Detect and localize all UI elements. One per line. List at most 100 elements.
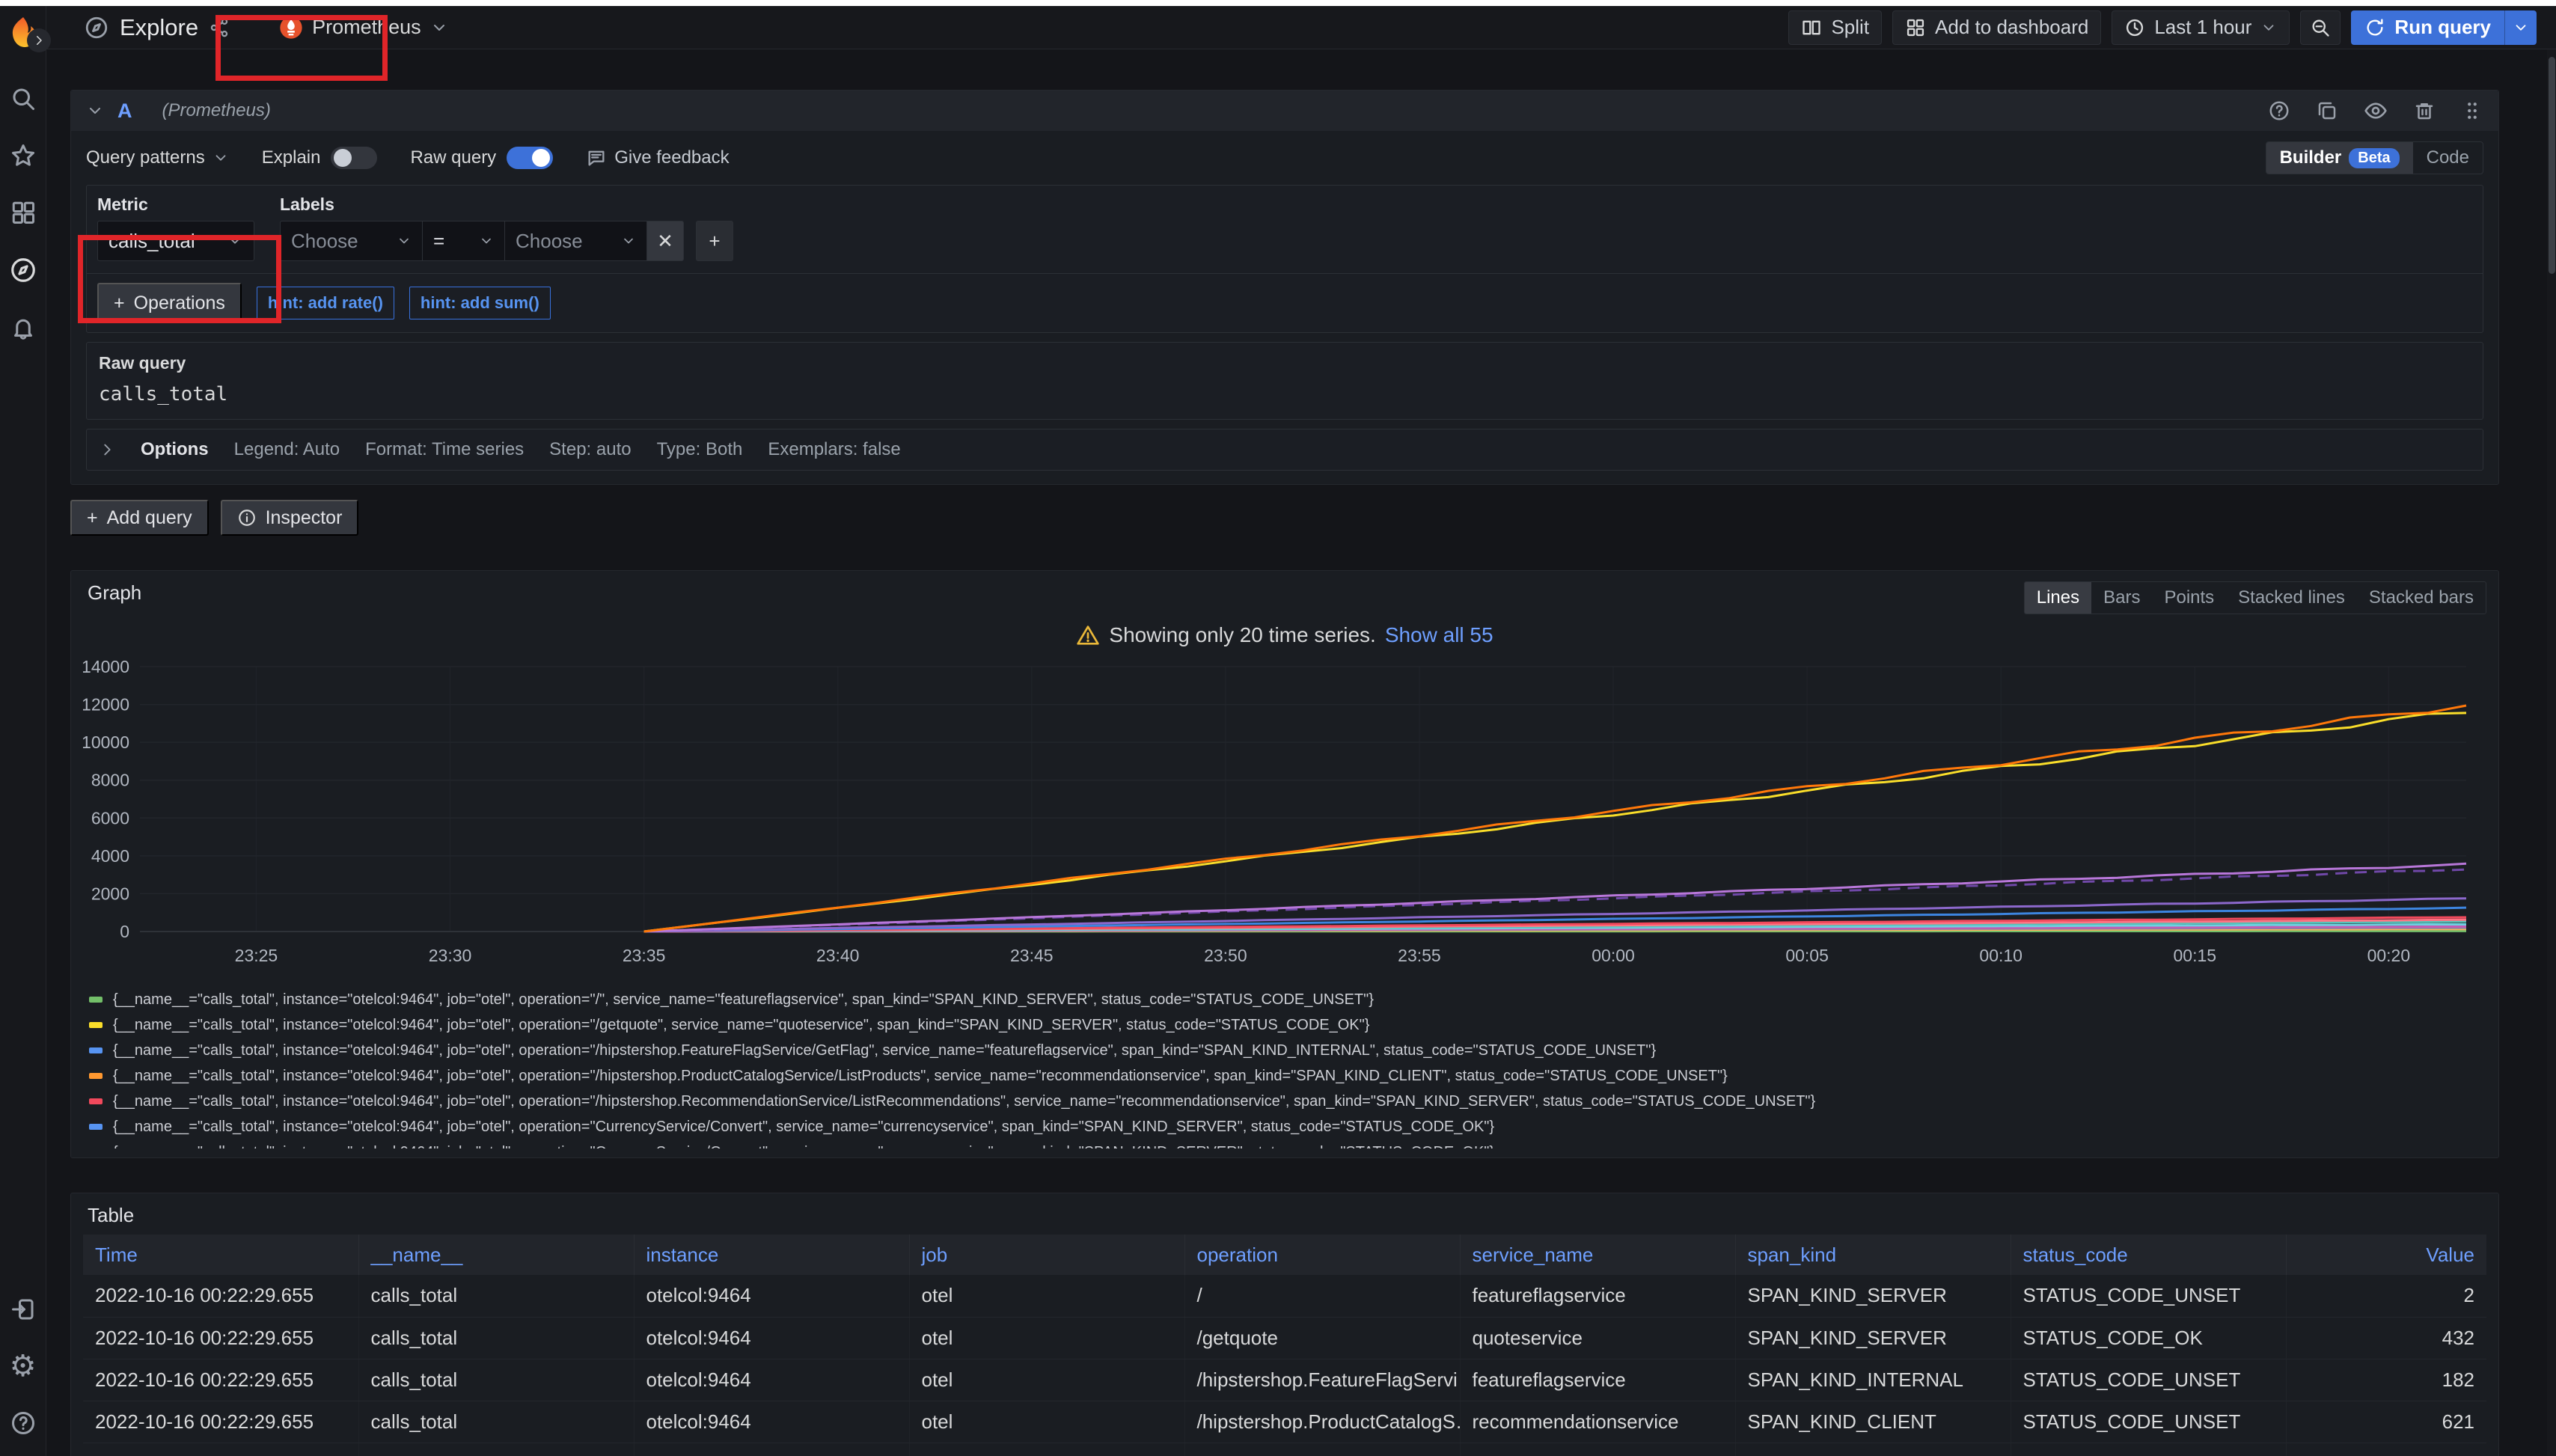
legend-swatch[interactable]: [89, 1022, 103, 1028]
explain-toggle[interactable]: [331, 147, 377, 169]
mode-bars[interactable]: Bars: [2091, 582, 2152, 614]
legend-swatch[interactable]: [89, 1073, 103, 1079]
query-patterns-dropdown[interactable]: Query patterns: [86, 147, 229, 168]
page-scrollbar[interactable]: [2547, 49, 2556, 1456]
mode-points[interactable]: Points: [2152, 582, 2226, 614]
table-cell: SPAN_KIND_SERVER: [1735, 1443, 2011, 1456]
column-header-status-code[interactable]: status_code: [2011, 1235, 2286, 1275]
remove-label-filter-button[interactable]: ✕: [646, 221, 684, 261]
query-ref-id: A: [117, 100, 132, 123]
query-row-header[interactable]: A (Prometheus): [71, 91, 2498, 131]
table-row: 2022-10-16 00:22:29.655calls_totalotelco…: [83, 1401, 2486, 1443]
column-header-service-name[interactable]: service_name: [1460, 1235, 1735, 1275]
table-panel-title: Table: [83, 1204, 134, 1226]
column-header-job[interactable]: job: [909, 1235, 1184, 1275]
time-series-chart[interactable]: 23:2523:3023:3523:4023:4523:5023:5500:00…: [83, 653, 2485, 982]
table-cell: otel: [909, 1317, 1184, 1359]
graph-mode-switch: Lines Bars Points Stacked lines Stacked …: [2024, 581, 2486, 614]
top-navbar: Explore Prometheus Split Add to dashboar…: [46, 6, 2556, 49]
mode-lines[interactable]: Lines: [2025, 582, 2091, 614]
inspector-button[interactable]: Inspector: [221, 500, 359, 536]
run-query-button[interactable]: Run query: [2351, 10, 2537, 45]
code-mode-tab[interactable]: Code: [2413, 142, 2483, 174]
labels-field-label: Labels: [280, 195, 733, 215]
zoom-out-time-button[interactable]: [2300, 10, 2341, 45]
drag-handle-icon[interactable]: [2461, 100, 2483, 122]
settings-gear-icon[interactable]: ⚙: [10, 1351, 37, 1381]
chevron-right-icon: [99, 441, 115, 458]
legend-swatch[interactable]: [89, 1047, 103, 1053]
hide-query-eye-icon[interactable]: [2364, 99, 2388, 123]
legend-item[interactable]: {__name__="calls_total", instance="otelc…: [89, 1089, 2486, 1114]
legend-item[interactable]: {__name__="calls_total", instance="otelc…: [89, 1114, 2486, 1140]
starred-icon[interactable]: [10, 142, 37, 169]
legend-label: {__name__="calls_total", instance="otelc…: [113, 1119, 1494, 1136]
table-cell: 2022-10-16 00:22:29.655: [83, 1275, 358, 1317]
help-icon[interactable]: [10, 1410, 37, 1437]
mode-stacked-bars[interactable]: Stacked bars: [2357, 582, 2486, 614]
split-button[interactable]: Split: [1788, 10, 1882, 45]
label-key-select[interactable]: Choose: [280, 221, 422, 261]
add-to-dashboard-label: Add to dashboard: [1935, 16, 2088, 39]
search-icon[interactable]: [10, 85, 37, 112]
annotation-box-metric: [78, 235, 281, 323]
legend-swatch[interactable]: [89, 1098, 103, 1104]
x-axis-label: 23:30: [429, 946, 472, 965]
legend-swatch[interactable]: [89, 997, 103, 1003]
explore-compass-icon[interactable]: [9, 256, 37, 284]
duplicate-query-icon[interactable]: [2316, 100, 2338, 122]
column-header-span-kind[interactable]: span_kind: [1735, 1235, 2011, 1275]
x-axis-label: 00:20: [2367, 946, 2411, 965]
raw-query-toggle-group: Raw query: [410, 147, 553, 169]
dashboards-icon[interactable]: [10, 199, 37, 226]
chevron-down-icon: [479, 233, 494, 248]
split-icon: [1801, 17, 1822, 38]
add-to-dashboard-button[interactable]: Add to dashboard: [1892, 10, 2101, 45]
query-actions: + Add query Inspector: [70, 500, 2499, 536]
series-limit-warning: Showing only 20 time series. Show all 55: [83, 617, 2486, 653]
table-cell: /getquote: [1184, 1317, 1460, 1359]
scrollbar-thumb[interactable]: [2549, 57, 2555, 274]
table-cell: otelcol:9464: [634, 1443, 909, 1456]
legend-item[interactable]: {__name__="calls_total", instance="otelc…: [89, 1140, 2486, 1148]
column-header-value[interactable]: Value: [2286, 1235, 2486, 1275]
column-header--name-[interactable]: __name__: [358, 1235, 634, 1275]
option-format: Format: Time series: [365, 439, 524, 460]
option-step: Step: auto: [549, 439, 631, 460]
label-operator-select[interactable]: =: [422, 221, 504, 261]
label-value-select[interactable]: Choose: [504, 221, 646, 261]
time-range-picker[interactable]: Last 1 hour: [2112, 10, 2290, 45]
add-query-button[interactable]: + Add query: [70, 500, 209, 536]
column-header-time[interactable]: Time: [83, 1235, 358, 1275]
legend-item[interactable]: {__name__="calls_total", instance="otelc…: [89, 1063, 2486, 1089]
column-header-operation[interactable]: operation: [1184, 1235, 1460, 1275]
legend-item[interactable]: {__name__="calls_total", instance="otelc…: [89, 1012, 2486, 1038]
compass-icon: [84, 15, 109, 40]
table-cell: 2022-10-16 00:22:29.655: [83, 1443, 358, 1456]
legend-item[interactable]: {__name__="calls_total", instance="otelc…: [89, 1038, 2486, 1063]
sidebar: ⚙: [0, 6, 46, 1456]
query-options-box[interactable]: Options Legend: Auto Format: Time series…: [86, 429, 2483, 471]
sign-in-icon[interactable]: [10, 1296, 37, 1323]
table-cell: quoteservice: [1460, 1317, 1735, 1359]
sidebar-expand-button[interactable]: [27, 28, 51, 52]
y-axis-label: 8000: [91, 771, 129, 790]
give-feedback-link[interactable]: Give feedback: [586, 147, 729, 168]
run-query-dropdown[interactable]: [2504, 10, 2537, 45]
metric-field-label: Metric: [97, 195, 254, 215]
table-cell: STATUS_CODE_UNSET: [2011, 1275, 2286, 1317]
hint-add-sum-button[interactable]: hint: add sum(): [409, 287, 551, 319]
mode-stacked-lines[interactable]: Stacked lines: [2226, 582, 2357, 614]
chevron-down-icon: [2260, 19, 2277, 36]
show-all-series-link[interactable]: Show all 55: [1385, 623, 1493, 647]
query-help-icon[interactable]: [2268, 100, 2290, 122]
column-header-instance[interactable]: instance: [634, 1235, 909, 1275]
builder-mode-tab[interactable]: Builder Beta: [2266, 142, 2413, 174]
legend-swatch[interactable]: [89, 1124, 103, 1130]
delete-query-trash-icon[interactable]: [2413, 100, 2436, 122]
alerting-bell-icon[interactable]: [10, 314, 37, 341]
raw-query-toggle[interactable]: [507, 147, 553, 169]
legend-item[interactable]: {__name__="calls_total", instance="otelc…: [89, 987, 2486, 1012]
add-label-filter-button[interactable]: +: [696, 221, 733, 261]
collapse-chevron-icon[interactable]: [86, 102, 104, 120]
